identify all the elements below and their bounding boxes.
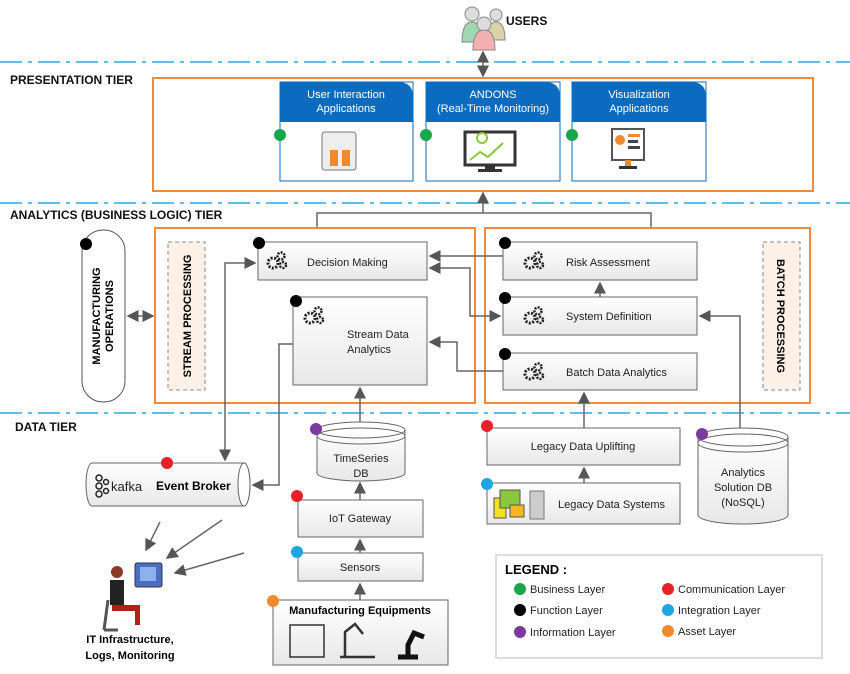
function-layer-dot <box>290 295 302 307</box>
card-title: ANDONS <box>469 89 516 101</box>
db-label-3: (NoSQL) <box>721 497 764 509</box>
integration-layer-dot <box>291 546 303 558</box>
system-definition-node[interactable]: System Definition <box>499 292 698 336</box>
data-tier-label: DATA TIER <box>15 420 77 434</box>
node-label: Risk Assessment <box>566 257 650 269</box>
legend-item: Communication Layer <box>662 583 785 596</box>
information-layer-dot <box>696 428 708 440</box>
users-label: USERS <box>506 14 547 28</box>
db-label-2: Solution DB <box>714 482 772 494</box>
presentation-tier-label: PRESENTATION TIER <box>10 73 133 87</box>
node-label: Stream Data <box>347 329 410 341</box>
node-label: Manufacturing Equipments <box>289 605 431 617</box>
architecture-diagram: USERS PRESENTATION TIER User Interaction… <box>0 6 850 666</box>
it-infrastructure-label: IT Infrastructure, <box>86 634 173 646</box>
function-layer-dot <box>499 292 511 304</box>
legend-title: LEGEND : <box>505 562 567 577</box>
node-label: Legacy Data Uplifting <box>531 441 636 453</box>
users-icon <box>461 6 506 51</box>
database-server-icon <box>493 489 545 520</box>
it-infrastructure-label-2: Logs, Monitoring <box>85 650 174 662</box>
node-label-2: Analytics <box>347 344 392 356</box>
card-title: User Interaction <box>307 89 385 101</box>
card-subtitle: Applications <box>609 103 669 115</box>
analytics-tier-label: ANALYTICS (BUSINESS LOGIC) TIER <box>10 208 223 222</box>
business-layer-dot <box>274 129 286 141</box>
node-label: Decision Making <box>307 257 388 269</box>
business-layer-dot <box>566 129 578 141</box>
node-label: Sensors <box>340 562 381 574</box>
it-operator-icon <box>102 562 163 632</box>
stream-processing-label: STREAM PROCESSING <box>182 255 194 378</box>
integration-layer-dot <box>481 478 493 490</box>
monitor-chart-icon <box>463 130 517 172</box>
db-label: Analytics <box>721 467 766 479</box>
iot-gateway-node[interactable]: IoT Gateway <box>291 490 424 538</box>
card-andons[interactable]: ANDONS (Real-Time Monitoring) <box>420 81 561 182</box>
svg-text:Asset Layer: Asset Layer <box>678 626 736 638</box>
business-layer-dot <box>420 129 432 141</box>
function-layer-dot <box>80 238 92 250</box>
kafka-text: kafka <box>111 479 143 494</box>
node-label: Batch Data Analytics <box>566 367 667 379</box>
sensors-node[interactable]: Sensors <box>291 546 424 582</box>
information-layer-dot <box>310 423 322 435</box>
manufacturing-operations-label: MANUFACTURING <box>91 267 103 364</box>
manufacturing-operations-label-2: OPERATIONS <box>104 280 116 352</box>
legend-item: Information Layer <box>514 626 616 639</box>
node-label: Legacy Data Systems <box>558 499 665 511</box>
keyboard-hands-icon <box>321 131 357 171</box>
svg-text:Business Layer: Business Layer <box>530 584 606 596</box>
node-label: System Definition <box>566 311 652 323</box>
function-layer-dot <box>253 237 265 249</box>
batch-processing-label: BATCH PROCESSING <box>774 259 786 373</box>
event-broker[interactable]: kafka Event Broker <box>85 457 251 507</box>
legacy-data-systems-node[interactable]: Legacy Data Systems <box>481 478 681 525</box>
legend: LEGEND : Business Layer Function Layer I… <box>495 554 823 659</box>
card-subtitle: (Real-Time Monitoring) <box>437 103 549 115</box>
node-label: IoT Gateway <box>329 513 392 525</box>
legacy-data-uplifting-node[interactable]: Legacy Data Uplifting <box>481 420 681 466</box>
communication-layer-dot <box>161 457 173 469</box>
batch-data-analytics-node[interactable]: Batch Data Analytics <box>499 348 698 391</box>
card-visualization[interactable]: Visualization Applications <box>566 81 707 182</box>
timeseries-db[interactable]: TimeSeries DB <box>310 421 406 482</box>
svg-text:Information Layer: Information Layer <box>530 627 616 639</box>
manufacturing-equipments-node[interactable]: Manufacturing Equipments <box>267 595 449 666</box>
manufacturing-operations[interactable]: MANUFACTURING OPERATIONS <box>80 229 126 403</box>
function-layer-dot <box>499 348 511 360</box>
function-layer-dot <box>499 237 511 249</box>
svg-text:Communication Layer: Communication Layer <box>678 584 785 596</box>
card-title: Visualization <box>608 89 670 101</box>
db-label: TimeSeries <box>333 453 389 465</box>
card-user-interaction[interactable]: User Interaction Applications <box>274 81 414 182</box>
stream-data-analytics-node[interactable]: Stream Data Analytics <box>290 295 428 386</box>
asset-layer-dot <box>267 595 279 607</box>
communication-layer-dot <box>481 420 493 432</box>
analytics-solution-db[interactable]: Analytics Solution DB (NoSQL) <box>696 427 789 525</box>
card-subtitle: Applications <box>316 103 376 115</box>
svg-text:Function Layer: Function Layer <box>530 605 603 617</box>
decision-making-node[interactable]: Decision Making <box>253 237 428 281</box>
event-broker-label: Event Broker <box>156 479 231 493</box>
risk-assessment-node[interactable]: Risk Assessment <box>499 237 698 281</box>
svg-text:Integration Layer: Integration Layer <box>678 605 761 617</box>
communication-layer-dot <box>291 490 303 502</box>
db-label-2: DB <box>353 468 368 480</box>
